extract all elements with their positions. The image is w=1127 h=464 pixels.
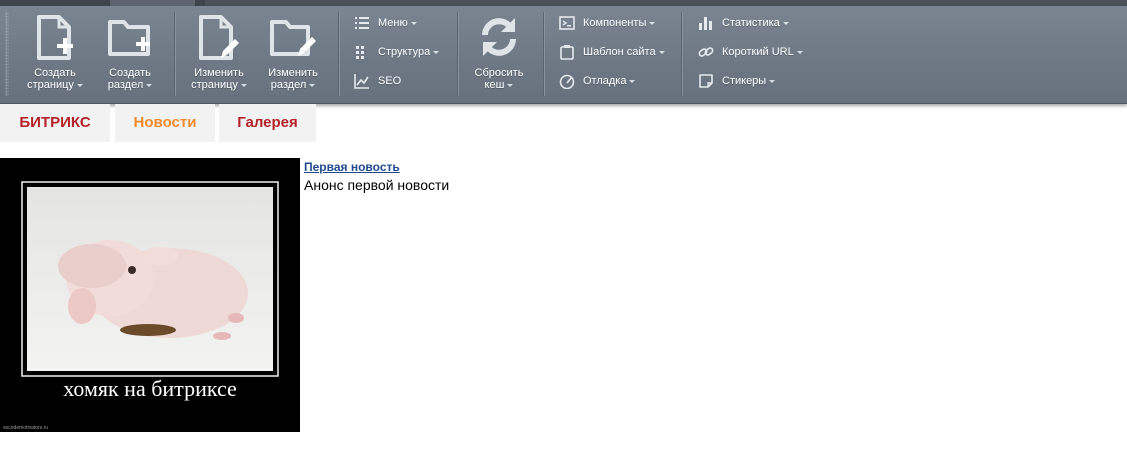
edit-page-icon xyxy=(199,15,239,60)
chevron-down-icon xyxy=(433,50,440,54)
chevron-down-icon xyxy=(796,50,803,54)
debug-label: Отладка xyxy=(583,75,627,87)
edit-page-button[interactable]: Изменить страницу xyxy=(184,6,254,103)
bar-chart-icon xyxy=(699,17,712,30)
refresh-icon xyxy=(482,18,516,56)
stickers-label: Стикеры xyxy=(722,75,767,87)
create-page-label-2: страницу xyxy=(27,79,74,91)
chevron-down-icon xyxy=(629,79,636,83)
clipboard-icon xyxy=(560,45,574,60)
news-title-link[interactable]: Первая новость xyxy=(304,160,400,174)
reset-cache-label-2: кеш xyxy=(484,79,505,91)
image-caption: хомяк на битриксе xyxy=(63,376,237,401)
seo-label: SEO xyxy=(378,75,402,87)
chevron-down-icon xyxy=(410,21,417,25)
link-icon xyxy=(698,47,714,57)
sticker-icon xyxy=(699,74,713,88)
create-folder-icon xyxy=(108,20,150,56)
panel-grip-handle[interactable] xyxy=(5,12,9,96)
chevron-down-icon xyxy=(146,83,153,87)
create-section-button[interactable]: Создать раздел xyxy=(95,6,165,103)
edit-page-label-2: страницу xyxy=(191,79,238,91)
chevron-down-icon xyxy=(309,83,316,87)
chevron-down-icon xyxy=(507,83,514,87)
create-page-button[interactable]: Создать страницу xyxy=(20,6,90,103)
short-url-label: Короткий URL xyxy=(722,46,794,58)
hamster-picture: хомяк на битриксе secodemotivators.ru xyxy=(0,158,300,432)
statistics-label: Статистика xyxy=(722,17,780,29)
grid-icon xyxy=(356,46,364,59)
structure-label: Структура xyxy=(378,46,431,58)
list-icon xyxy=(355,17,369,29)
create-section-label-2: раздел xyxy=(107,79,144,91)
news-preview-text: Анонс первой новости xyxy=(304,177,450,193)
components-label: Компоненты xyxy=(583,17,647,29)
admin-panel: Создать страницу Создать раздел Изменить ст… xyxy=(0,6,1127,104)
edit-page-label-1: Изменить xyxy=(194,67,244,79)
gauge-icon xyxy=(559,74,575,89)
terminal-icon xyxy=(559,16,575,30)
chevron-down-icon xyxy=(240,83,247,87)
reset-cache-button[interactable]: Сбросить кеш xyxy=(464,6,534,103)
nav-tab-news[interactable]: Новости xyxy=(115,104,215,142)
chevron-down-icon xyxy=(782,21,789,25)
edit-section-button[interactable]: Изменить раздел xyxy=(258,6,328,103)
chevron-down-icon xyxy=(76,83,83,87)
panel-separator xyxy=(681,12,682,96)
seo-chart-icon xyxy=(354,74,369,89)
edit-section-label-1: Изменить xyxy=(268,67,318,79)
nav-tab-bitrix[interactable]: БИТРИКС xyxy=(0,104,110,142)
panel-separator xyxy=(174,12,175,96)
menu-label: Меню xyxy=(378,17,408,29)
chevron-down-icon xyxy=(769,79,776,83)
site-template-label: Шаблон сайта xyxy=(583,46,656,58)
panel-separator xyxy=(457,12,458,96)
image-watermark: secodemotivators.ru xyxy=(3,425,48,431)
reset-cache-label-1: Сбросить xyxy=(474,67,524,79)
panel-separator xyxy=(543,12,544,96)
create-page-icon xyxy=(37,15,73,60)
chevron-down-icon xyxy=(658,50,665,54)
create-page-label-1: Создать xyxy=(34,67,76,79)
edit-folder-icon xyxy=(270,20,316,56)
panel-separator xyxy=(338,12,339,96)
nav-tab-gallery[interactable]: Галерея xyxy=(219,104,316,142)
chevron-down-icon xyxy=(649,21,656,25)
edit-section-label-2: раздел xyxy=(270,79,307,91)
news-preview-image[interactable]: хомяк на битриксе secodemotivators.ru xyxy=(0,158,300,432)
create-section-label-1: Создать xyxy=(109,67,151,79)
